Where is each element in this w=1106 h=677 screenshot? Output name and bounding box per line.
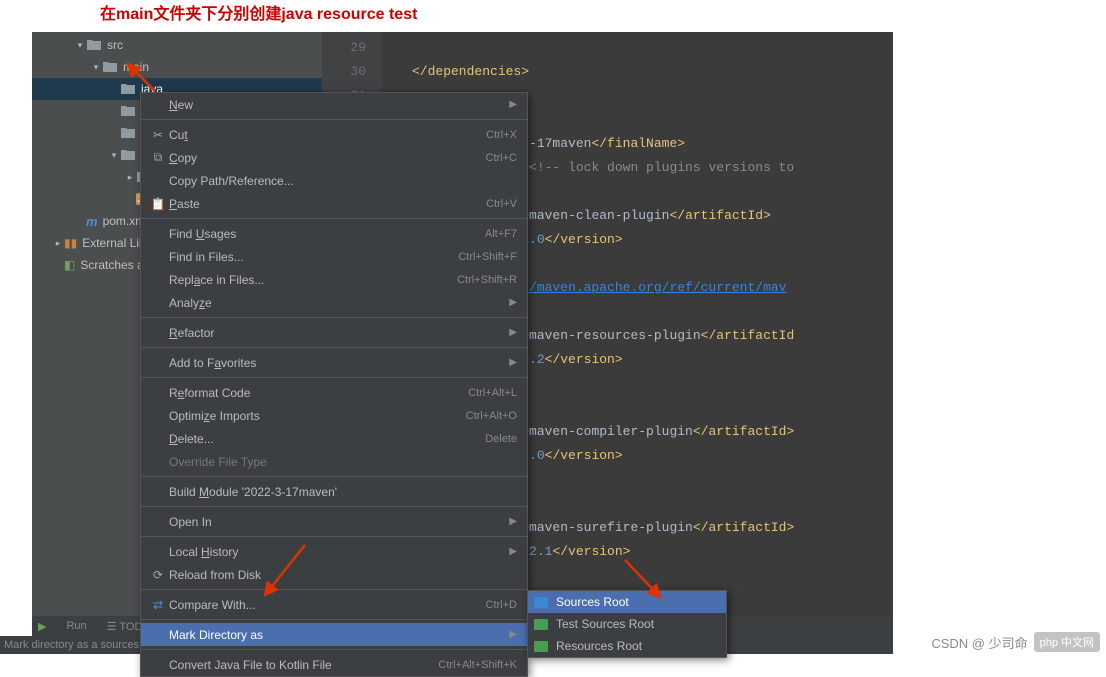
sources-folder-icon [534,597,548,608]
annotation-arrow [615,555,675,613]
ctx-openin[interactable]: Open In▶ [141,510,527,533]
folder-icon [102,60,118,74]
folder-icon [86,38,102,52]
tree-item-src[interactable]: ▾ src [32,34,322,56]
annotation-arrow [255,540,315,613]
ctx-convert[interactable]: Convert Java File to Kotlin FileCtrl+Alt… [141,653,527,676]
ctx-favorites[interactable]: Add to Favorites▶ [141,351,527,374]
ctx-reformat[interactable]: Reformat CodeCtrl+Alt+L [141,381,527,404]
sub-resources-root[interactable]: Resources Root [528,635,726,657]
chevron-right-icon: ▸ [52,238,64,249]
library-icon: ▮▮ [64,236,77,250]
ctx-copy[interactable]: ⧉CopyCtrl+C [141,146,527,169]
ctx-reload[interactable]: ⟳Reload from Disk [141,563,527,586]
compare-icon: ⇄ [147,598,169,612]
run-tab[interactable]: Run [66,620,86,632]
ctx-paste[interactable]: 📋PasteCtrl+V [141,192,527,215]
sub-test-sources-root[interactable]: Test Sources Root [528,613,726,635]
ctx-refactor[interactable]: Refactor▶ [141,321,527,344]
tree-item-main[interactable]: ▾ main [32,56,322,78]
chevron-down-icon: ▾ [90,62,102,73]
tree-label: src [107,38,123,52]
annotation-arrow [120,56,160,99]
scratch-icon: ◧ [64,258,75,272]
article-heading: 在main文件夹下分别创建java resource test [100,0,417,24]
ctx-cut[interactable]: ✂CutCtrl+X [141,123,527,146]
ctx-copyref[interactable]: Copy Path/Reference... [141,169,527,192]
copy-icon: ⧉ [147,150,169,165]
context-menu[interactable]: New▶ ✂CutCtrl+X ⧉CopyCtrl+C Copy Path/Re… [140,92,528,677]
ctx-build[interactable]: Build Module '2022-3-17maven' [141,480,527,503]
watermark: CSDN @ 少司命 php 中文网 [931,632,1100,652]
php-badge: php 中文网 [1034,632,1100,652]
resources-folder-icon [534,641,548,652]
run-icon[interactable]: ▶ [38,620,46,633]
folder-icon [120,104,136,118]
ctx-history[interactable]: Local History▶ [141,540,527,563]
reload-icon: ⟳ [147,568,169,582]
ctx-override: Override File Type [141,450,527,473]
maven-icon: m [86,214,98,229]
folder-icon [120,126,136,140]
ctx-replinfiles[interactable]: Replace in Files...Ctrl+Shift+R [141,268,527,291]
ctx-findinfiles[interactable]: Find in Files...Ctrl+Shift+F [141,245,527,268]
chevron-right-icon: ▸ [124,172,136,183]
ctx-compare[interactable]: ⇄Compare With...Ctrl+D [141,593,527,616]
ctx-optimize[interactable]: Optimize ImportsCtrl+Alt+O [141,404,527,427]
chevron-down-icon: ▾ [74,40,86,51]
cut-icon: ✂ [147,128,169,142]
test-sources-folder-icon [534,619,548,630]
ctx-analyze[interactable]: Analyze▶ [141,291,527,314]
ctx-new[interactable]: New▶ [141,93,527,116]
folder-icon [120,148,136,162]
ctx-usages[interactable]: Find UsagesAlt+F7 [141,222,527,245]
ctx-delete[interactable]: Delete...Delete [141,427,527,450]
paste-icon: 📋 [147,197,169,211]
chevron-down-icon: ▾ [108,150,120,161]
ctx-markdir[interactable]: Mark Directory as▶ [141,623,527,646]
